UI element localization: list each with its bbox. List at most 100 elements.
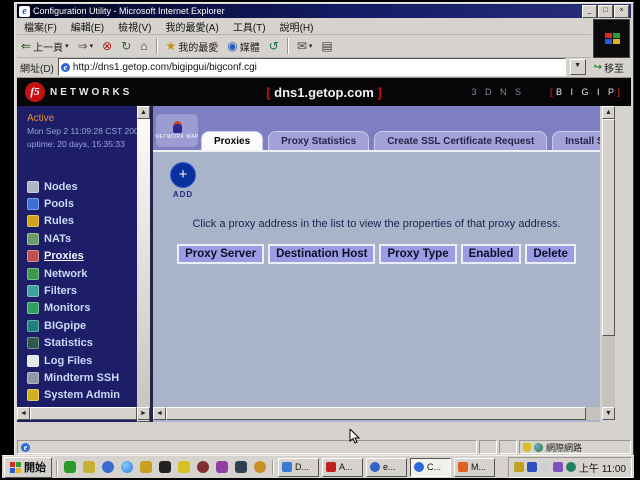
sidebar-item-bigpipe[interactable]: BIGpipe: [27, 317, 134, 334]
sidebar-item-proxies[interactable]: Proxies: [27, 248, 134, 265]
f5-header: f5 NETWORKS [ dns1.getop.com ] 3 D N S […: [17, 78, 631, 106]
task-button-3[interactable]: e...: [366, 458, 407, 477]
stop-button[interactable]: ⊗: [98, 39, 116, 53]
scroll-left-icon[interactable]: ◄: [153, 407, 166, 420]
scroll-thumb[interactable]: [602, 119, 615, 336]
sidebar-item-mindterm-ssh[interactable]: Mindterm SSH: [27, 369, 134, 386]
quick-launch-icon-11[interactable]: [252, 459, 268, 475]
address-bar: 網址(D) e http://dns1.getop.com/bigipgui/b…: [17, 57, 631, 78]
menu-view[interactable]: 檢視(V): [111, 19, 158, 34]
taskbar-separator: [56, 460, 58, 475]
task-button-4[interactable]: C...: [410, 458, 451, 477]
add-proxy[interactable]: + ADD: [165, 162, 201, 199]
page-content: f5 NETWORKS [ dns1.getop.com ] 3 D N S […: [17, 78, 631, 438]
task-button-1[interactable]: D...: [278, 458, 319, 477]
quick-launch-icon-10[interactable]: [233, 459, 249, 475]
sidebar-horizontal-scrollbar[interactable]: ◄ ►: [17, 407, 150, 420]
nodes-icon: [27, 181, 39, 193]
refresh-button[interactable]: ↻: [117, 39, 135, 53]
quick-launch-icon-4[interactable]: [119, 459, 135, 475]
stop-icon: ⊗: [102, 40, 112, 52]
network-map-button[interactable]: NETWORK MAP: [156, 114, 198, 147]
main-horizontal-scrollbar[interactable]: ◄: [153, 407, 600, 420]
sidebar-item-nats[interactable]: NATs: [27, 230, 134, 247]
home-button[interactable]: ⌂: [136, 39, 151, 53]
tray-icon[interactable]: [540, 462, 550, 472]
menu-file[interactable]: 檔案(F): [17, 19, 64, 34]
proxies-page: + ADD Click a proxy address in the list …: [153, 150, 600, 422]
scroll-down-icon[interactable]: ▼: [602, 407, 615, 420]
tray-icon[interactable]: [566, 462, 576, 472]
quick-launch-icon-2[interactable]: [81, 459, 97, 475]
ie-page-icon: e: [19, 6, 30, 17]
sidebar-item-network[interactable]: Network: [27, 265, 134, 282]
tab-proxy-statistics[interactable]: Proxy Statistics: [268, 131, 369, 150]
scroll-left-icon[interactable]: ◄: [17, 407, 30, 420]
restore-button[interactable]: □: [598, 5, 613, 18]
mail-button[interactable]: ✉ ▾: [293, 39, 317, 53]
start-button[interactable]: 開始: [4, 457, 52, 478]
system-tray: 上午 11:00: [508, 457, 632, 478]
refresh-icon: ↻: [121, 40, 131, 52]
tray-volume-icon[interactable]: [514, 462, 524, 472]
toolbar-separator: [287, 38, 289, 54]
sidebar-item-filters[interactable]: Filters: [27, 282, 134, 299]
column-proxy-type: Proxy Type: [379, 244, 456, 264]
mail-icon: ✉: [297, 40, 307, 52]
quick-launch-icon-7[interactable]: [176, 459, 192, 475]
tray-icon[interactable]: [527, 462, 537, 472]
history-button[interactable]: ↺: [265, 39, 283, 53]
home-icon: ⌂: [140, 40, 147, 52]
browser-window: e Configuration Utility - Microsoft Inte…: [14, 2, 634, 456]
tab-install-ssl-certificate[interactable]: Install SSL Certif: [552, 131, 600, 150]
window-icon: [370, 462, 380, 472]
print-button[interactable]: ▤: [317, 39, 336, 53]
sidebar-item-system-admin[interactable]: System Admin: [27, 387, 134, 404]
sidebar-item-pools[interactable]: Pools: [27, 195, 134, 212]
back-button[interactable]: ⇐ 上一頁 ▾: [17, 38, 73, 55]
standard-toolbar: ⇐ 上一頁 ▾ ⇒ ▾ ⊗ ↻ ⌂ ★ 我的最愛 ◉ 媒體 ↺: [17, 35, 591, 58]
sidebar-scrollbar[interactable]: ▲ ▼: [137, 106, 150, 422]
sidebar-item-nodes[interactable]: Nodes: [27, 178, 134, 195]
scroll-up-icon[interactable]: ▲: [602, 106, 615, 119]
menu-tools[interactable]: 工具(T): [226, 19, 273, 34]
scroll-right-icon[interactable]: ►: [137, 407, 150, 420]
column-proxy-server: Proxy Server: [177, 244, 264, 264]
favorites-button[interactable]: ★ 我的最愛: [162, 38, 223, 55]
menu-help[interactable]: 說明(H): [273, 19, 321, 34]
sidebar-item-log-files[interactable]: Log Files: [27, 352, 134, 369]
nats-icon: [27, 233, 39, 245]
tab-proxies[interactable]: Proxies: [201, 131, 263, 150]
quick-launch-icon-3[interactable]: [100, 459, 116, 475]
sidebar-item-monitors[interactable]: Monitors: [27, 300, 134, 317]
close-button[interactable]: ×: [614, 5, 629, 18]
tray-icon[interactable]: [553, 462, 563, 472]
forward-button[interactable]: ⇒ ▾: [74, 39, 98, 53]
quick-launch-icon-6[interactable]: [157, 459, 173, 475]
quick-launch-icon-9[interactable]: [214, 459, 230, 475]
quick-launch-icon-1[interactable]: [62, 459, 78, 475]
menu-bar: 檔案(F) 編輯(E) 檢視(V) 我的最愛(A) 工具(T) 說明(H): [17, 19, 591, 35]
tab-create-ssl-certificate-request[interactable]: Create SSL Certificate Request: [374, 131, 547, 150]
scroll-up-icon[interactable]: ▲: [137, 106, 150, 119]
menu-edit[interactable]: 編輯(E): [64, 19, 111, 34]
scroll-thumb[interactable]: [166, 407, 586, 420]
scroll-thumb[interactable]: [30, 407, 137, 420]
address-dropdown-button[interactable]: ▼: [570, 59, 586, 75]
main-frame: NETWORK MAP Proxies Proxy Statistics Cre…: [153, 106, 600, 422]
sidebar-item-statistics[interactable]: Statistics: [27, 335, 134, 352]
add-plus-icon[interactable]: +: [170, 162, 196, 188]
quick-launch-icon-8[interactable]: [195, 459, 211, 475]
add-label: ADD: [165, 190, 201, 199]
main-vertical-scrollbar[interactable]: ▲: [602, 106, 615, 408]
address-input[interactable]: e http://dns1.getop.com/bigipgui/bigconf…: [58, 58, 566, 76]
media-button[interactable]: ◉ 媒體: [223, 38, 263, 55]
sidebar-item-rules[interactable]: Rules: [27, 213, 134, 230]
quick-launch-icon-5[interactable]: [138, 459, 154, 475]
task-button-2[interactable]: A...: [322, 458, 363, 477]
menu-favorites[interactable]: 我的最愛(A): [158, 19, 225, 34]
ie-throbber: [593, 19, 630, 58]
task-button-5[interactable]: M...: [454, 458, 495, 477]
minimize-button[interactable]: _: [582, 5, 597, 18]
go-button[interactable]: ↪ 移至: [590, 59, 628, 75]
